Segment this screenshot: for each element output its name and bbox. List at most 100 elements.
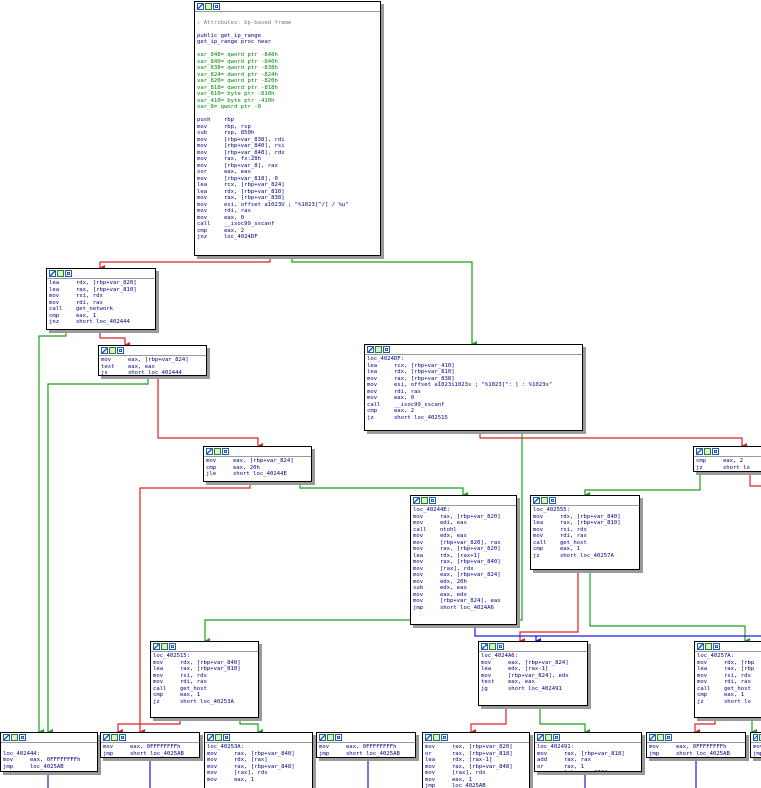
code-line[interactable]: mov esi, offset a1023i1023s ; "%1023[^: … (367, 382, 580, 389)
code-block-loc-402491[interactable]: loc_402491: mov rax, [rbp+var_818] add rax… (534, 732, 642, 772)
graph-icon[interactable] (161, 643, 168, 650)
graph-icon[interactable] (214, 448, 221, 455)
graph-icon[interactable] (433, 734, 440, 741)
graph-icon[interactable] (375, 346, 382, 353)
graph-icon[interactable] (705, 643, 712, 650)
code-line[interactable]: mov rax, [rbp+var_840] (413, 559, 514, 566)
code-line[interactable]: mov eax, [rbp+var_824] (101, 357, 204, 364)
color-icon[interactable] (649, 734, 656, 741)
color-icon[interactable] (413, 497, 420, 504)
color-icon[interactable] (696, 448, 703, 455)
list-icon[interactable] (549, 497, 556, 504)
code-block-check-mask-sign[interactable]: mov eax, [rbp+var_824] test eax, eax js sh… (98, 345, 207, 376)
code-line[interactable]: mov rax, [rbp+var_820] (413, 546, 514, 553)
list-icon[interactable] (335, 734, 342, 741)
graph-icon[interactable] (657, 734, 664, 741)
graph-icon[interactable] (545, 734, 552, 741)
graph-icon[interactable] (57, 270, 64, 277)
code-block-loc-40253A[interactable]: loc_40253A: mov rax, [rbp+var_840] mov rdx… (204, 732, 313, 788)
code-line[interactable]: lea rax, [rbp (697, 666, 761, 673)
color-icon[interactable] (206, 448, 213, 455)
list-icon[interactable] (65, 270, 72, 277)
code-line[interactable]: mov [rbp+var_824], eax (413, 598, 514, 605)
list-icon[interactable] (222, 448, 229, 455)
list-icon[interactable] (19, 734, 26, 741)
graph-icon[interactable] (704, 448, 711, 455)
graph-icon[interactable] (205, 3, 212, 10)
graph-icon[interactable] (421, 497, 428, 504)
code-line[interactable]: jmp short loc_4025AB (649, 751, 743, 758)
code-block-loc-40244E[interactable]: loc_40244E: mov rax, [rbp+var_820] mov edi… (410, 495, 517, 625)
color-icon[interactable] (207, 734, 214, 741)
code-line[interactable]: jmp short loc_4025AB (319, 751, 413, 758)
color-icon[interactable] (103, 734, 110, 741)
code-line[interactable]: mov eax, (753, 744, 761, 751)
color-icon[interactable] (153, 643, 160, 650)
code-block-check-mask-range[interactable]: mov eax, [rbp+var_824] cmp eax, 20h jle sh… (203, 446, 312, 482)
ida-graph-view[interactable]: ; Attributes: bp-based frame public get_i… (0, 0, 761, 788)
code-line[interactable]: mov eax, 1 (207, 777, 310, 784)
code-line[interactable]: jle short loc_40244E (206, 471, 309, 478)
code-line[interactable]: jz short loc_40253A (153, 699, 256, 706)
list-icon[interactable] (713, 643, 720, 650)
code-block-loc-402444[interactable]: loc_402444: mov eax, 0FFFFFFFFh jmp loc_40… (0, 732, 98, 772)
graph-icon[interactable] (327, 734, 334, 741)
code-block-return-fail-4[interactable]: mov eax,jmp short lo (750, 732, 761, 758)
code-line[interactable]: jz short loc_40257A (533, 553, 637, 560)
code-block-compute-end[interactable]: mov rax, [rbp+var_820] or rax, [rbp+var_8… (422, 732, 530, 788)
code-line[interactable]: jmp short loc_4025AB (103, 751, 197, 758)
code-line[interactable]: jz short loc_402515 (367, 415, 580, 422)
list-icon[interactable] (441, 734, 448, 741)
code-line[interactable]: jmp short lo (753, 751, 761, 758)
color-icon[interactable] (367, 346, 374, 353)
color-icon[interactable] (319, 734, 326, 741)
code-line[interactable]: jg short loc_402491 (481, 686, 585, 693)
graph-icon[interactable] (11, 734, 18, 741)
color-icon[interactable] (481, 643, 488, 650)
code-block-get-network[interactable]: lea rdx, [rbp+var_820] lea rax, [rbp+var_… (46, 268, 156, 330)
color-icon[interactable] (425, 734, 432, 741)
code-line[interactable]: mov rax, [rbp+var_820] (425, 744, 527, 751)
color-icon[interactable] (197, 3, 204, 10)
code-line[interactable]: mov eax, [rbp+var_824] (413, 572, 514, 579)
list-icon[interactable] (383, 346, 390, 353)
code-block-return-fail-1[interactable]: mov eax, 0FFFFFFFFh jmp short loc_4025AB (100, 732, 200, 758)
code-block-get-ip-range[interactable]: ; Attributes: bp-based frame public get_i… (194, 1, 381, 256)
code-line[interactable]: lea rax, [rbp+var_810] (153, 666, 256, 673)
code-line[interactable]: jmp short loc_4024A6 (413, 605, 514, 612)
list-icon[interactable] (497, 643, 504, 650)
code-line[interactable]: mov eax, [rbp+var_824] (206, 458, 309, 465)
color-icon[interactable] (697, 643, 704, 650)
graph-icon[interactable] (489, 643, 496, 650)
code-line[interactable]: jz short lo (696, 465, 761, 472)
code-line[interactable]: jmp loc_4025AB (425, 783, 527, 788)
color-icon[interactable] (3, 734, 10, 741)
code-line[interactable]: jnz short loc_402444 (49, 319, 153, 326)
code-block-loc-4024DF[interactable]: loc_4024DF: lea rcx, [rbp+var_410] lea rdx… (364, 344, 583, 431)
code-line[interactable]: js short loc_402444 (101, 370, 204, 375)
color-icon[interactable] (753, 734, 758, 741)
code-line[interactable]: jmp loc_4025AB (3, 764, 95, 771)
code-block-return-fail-2[interactable]: mov eax, 0FFFFFFFFh jmp short loc_4025AB (316, 732, 416, 758)
list-icon[interactable] (169, 643, 176, 650)
code-line[interactable]: mov [rbp+var_818], rax (537, 770, 639, 771)
list-icon[interactable] (223, 734, 230, 741)
graph-icon[interactable] (109, 347, 116, 354)
code-block-right-cmp[interactable]: cmp eax, 2 jz short lo (693, 446, 761, 472)
list-icon[interactable] (429, 497, 436, 504)
list-icon[interactable] (665, 734, 672, 741)
code-line[interactable]: jz short lo (697, 699, 761, 706)
list-icon[interactable] (553, 734, 560, 741)
graph-icon[interactable] (111, 734, 118, 741)
code-block-loc-4024A6[interactable]: loc_4024A6: mov eax, [rbp+var_824] lea edx… (478, 641, 588, 706)
graph-icon[interactable] (541, 497, 548, 504)
code-block-loc-40257A[interactable]: loc_40257A: mov rdx, [rbp lea rax, [rbp mov… (694, 641, 761, 718)
color-icon[interactable] (101, 347, 108, 354)
color-icon[interactable] (533, 497, 540, 504)
code-block-return-fail-3[interactable]: mov eax, 0FFFFFFFFh jmp short loc_4025AB (646, 732, 746, 758)
graph-icon[interactable] (215, 734, 222, 741)
code-line[interactable]: jnz loc_4024DF (197, 234, 378, 241)
color-icon[interactable] (49, 270, 56, 277)
color-icon[interactable] (537, 734, 544, 741)
list-icon[interactable] (117, 347, 124, 354)
